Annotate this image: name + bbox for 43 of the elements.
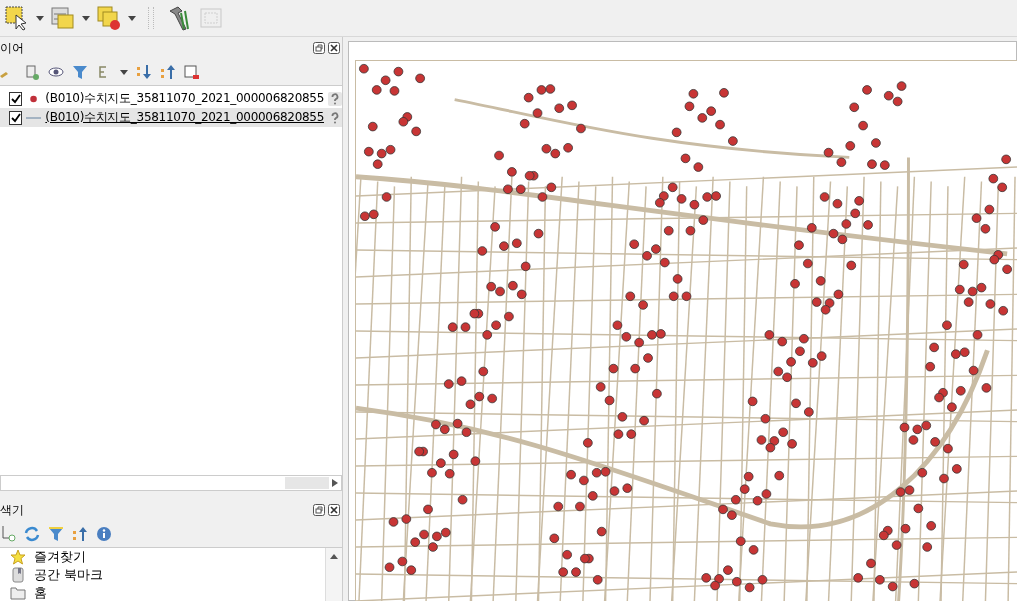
checkbox[interactable]	[9, 91, 23, 106]
folder-icon	[10, 585, 26, 601]
scroll-right-icon[interactable]	[332, 479, 338, 487]
filter-icon[interactable]	[48, 526, 64, 542]
filter-icon[interactable]	[72, 64, 88, 80]
browser-item[interactable]: 공간 북마크	[34, 566, 104, 584]
layer-name: (B010)수치지도_35811070_2021_000006820855	[45, 90, 324, 107]
toolbar-grip	[148, 7, 154, 29]
expand-icon[interactable]	[136, 64, 152, 80]
table-icon[interactable]	[50, 5, 76, 31]
browser-item[interactable]: 즐겨찾기	[34, 548, 86, 566]
refresh-icon[interactable]	[24, 526, 40, 542]
panel-title: 색기	[0, 501, 24, 519]
panel-title: 이어	[0, 39, 24, 57]
scroll-up-icon[interactable]	[330, 554, 338, 559]
collapse-icon[interactable]	[160, 64, 176, 80]
book-icon	[10, 567, 26, 583]
collapse-icon[interactable]	[72, 526, 88, 542]
add-group-icon[interactable]	[24, 64, 40, 80]
layer-row[interactable]: (B010)수치지도_35811070_2021_000006820855	[0, 108, 342, 127]
help-icon[interactable]	[328, 91, 342, 106]
float-icon[interactable]	[313, 504, 325, 516]
horizontal-scrollbar[interactable]	[0, 475, 342, 491]
close-icon[interactable]	[328, 42, 340, 54]
scrollbar-thumb[interactable]	[285, 477, 329, 489]
add-icon[interactable]	[0, 526, 16, 542]
deselect-icon[interactable]	[96, 5, 122, 31]
star-icon	[10, 549, 26, 565]
checkbox[interactable]	[9, 110, 23, 125]
float-icon[interactable]	[313, 42, 325, 54]
close-icon[interactable]	[328, 504, 340, 516]
eye-icon[interactable]	[48, 64, 64, 80]
layer-row[interactable]: (B010)수치지도_35811070_2021_000006820855	[0, 89, 342, 108]
remove-layer-icon[interactable]	[184, 64, 200, 80]
caret-icon[interactable]	[128, 15, 136, 21]
info-icon[interactable]	[96, 526, 112, 542]
caret-icon[interactable]	[120, 69, 128, 75]
map-drawing[interactable]	[355, 60, 1017, 601]
caret-icon[interactable]	[36, 15, 44, 21]
layer-name: (B010)수치지도_35811070_2021_000006820855	[45, 109, 324, 126]
vertical-scrollbar[interactable]	[325, 548, 342, 601]
browser-item[interactable]: 홈	[34, 584, 47, 601]
caret-icon[interactable]	[82, 15, 90, 21]
